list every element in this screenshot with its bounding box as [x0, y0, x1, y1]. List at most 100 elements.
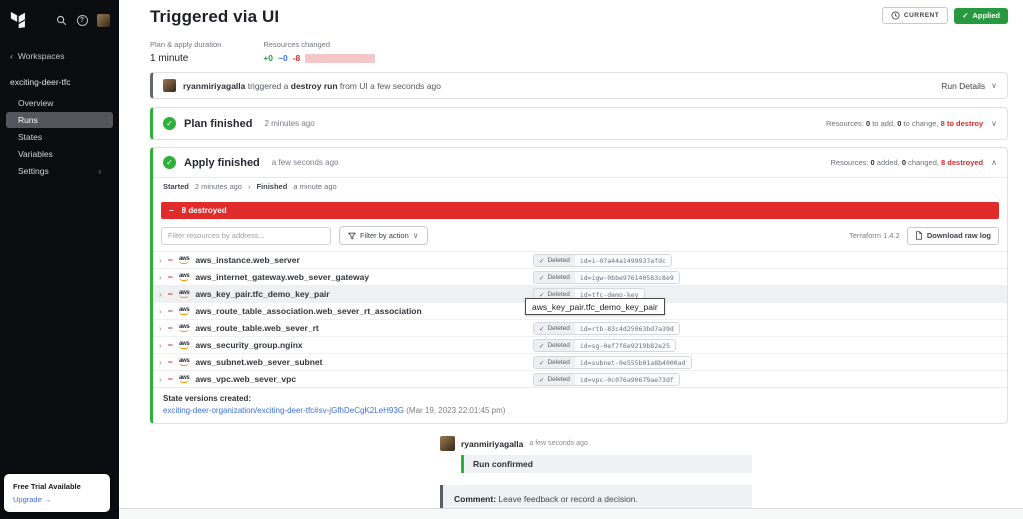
state-versions-section: State versions created: exciting-deer-or…	[153, 387, 1007, 423]
resource-row[interactable]: › − aws aws_internet_gateway.web_sever_g…	[153, 268, 1007, 285]
chevron-left-icon: ‹	[10, 51, 13, 61]
filter-bar: Filter by action ∨ Terraform 1.4.2 Downl…	[161, 226, 999, 245]
destroyed-banner-label: 8 destroyed	[181, 206, 227, 215]
expand-chevron-icon[interactable]: ›	[159, 358, 162, 367]
check-icon: ✓	[539, 274, 545, 282]
help-icon[interactable]: ?	[76, 14, 88, 26]
back-to-workspaces-link[interactable]: ‹ Workspaces	[0, 38, 119, 67]
filter-resources-input[interactable]	[161, 226, 331, 245]
apply-title: Apply finished	[184, 156, 260, 169]
download-raw-log-button[interactable]: Download raw log	[906, 226, 999, 245]
apply-time: a few seconds ago	[271, 158, 339, 167]
resource-row[interactable]: › − aws aws_instance.web_server ✓ Deleted…	[153, 251, 1007, 268]
apply-card-header[interactable]: ✓ Apply finished a few seconds ago Resou…	[153, 148, 1007, 177]
chevron-down-icon: ∨	[412, 231, 419, 240]
comment-user-row: ryanmiriyagalla a few seconds ago	[440, 436, 752, 451]
sidebar-item-settings[interactable]: Settings ›	[6, 163, 113, 179]
duration-value: 1 minute	[150, 53, 189, 64]
resource-id: id=sg-0ef7f6e9219b82e25	[574, 340, 675, 351]
destroy-minus-icon: −	[167, 306, 173, 316]
destroy-minus-icon: −	[167, 255, 173, 265]
resources-changed-count: ~0	[278, 53, 288, 63]
sidebar: ? ‹ Workspaces exciting-deer-tfc Overvie…	[0, 0, 119, 519]
aws-provider-icon: aws	[178, 375, 190, 383]
free-trial-card: Free Trial Available Upgrade →	[4, 474, 110, 512]
resource-rows: › − aws aws_instance.web_server ✓ Deleted…	[153, 251, 1007, 387]
resource-id: id=i-07a44a1499937afdc	[574, 255, 671, 266]
expand-chevron-icon[interactable]: ›	[159, 375, 162, 384]
chevron-down-icon: ∨	[991, 119, 997, 128]
footer-strip	[119, 508, 1023, 519]
comment-user-name: ryanmiriyagalla	[461, 438, 524, 449]
sidebar-item-overview[interactable]: Overview	[6, 95, 113, 111]
filter-by-action-button[interactable]: Filter by action ∨	[339, 226, 428, 245]
resource-table: › − aws aws_instance.web_server ✓ Deleted…	[153, 251, 1007, 387]
current-button[interactable]: CURRENT	[881, 7, 949, 24]
applied-status-badge: ✓ Applied	[954, 7, 1008, 24]
chevron-up-icon: ∧	[991, 158, 997, 167]
aws-provider-icon: aws	[178, 358, 190, 366]
resource-id: id=igw-0bbe976140583c8e9	[574, 272, 679, 283]
workspaces-label: Workspaces	[17, 51, 65, 61]
aws-provider-icon: aws	[178, 307, 190, 315]
state-versions-label: State versions created:	[163, 394, 252, 403]
file-icon	[915, 231, 922, 240]
deleted-badge: ✓ Deleted id=sg-0ef7f6e9219b82e25	[533, 339, 676, 352]
check-icon: ✓	[539, 342, 545, 350]
apply-destroyed-count: 8 destroyed	[941, 158, 984, 167]
plan-success-icon: ✓	[163, 117, 176, 130]
resource-row[interactable]: › − aws aws_vpc.web_sever_vpc ✓ Deleted i…	[153, 370, 1007, 387]
resource-row[interactable]: › − aws aws_subnet.web_sever_subnet ✓ Del…	[153, 353, 1007, 370]
resource-id: id=subnet-0e555b01a8b4000ad	[574, 357, 691, 368]
upgrade-link[interactable]: Upgrade →	[13, 495, 101, 504]
deleted-badge: ✓ Deleted id=rtb-83c4d25063bd7a39d	[533, 322, 680, 335]
expand-chevron-icon[interactable]: ›	[159, 256, 162, 265]
minus-icon: −	[169, 206, 174, 215]
apply-finished-card: ✓ Apply finished a few seconds ago Resou…	[150, 147, 1008, 424]
resource-address: aws_internet_gateway.web_sever_gateway	[195, 272, 370, 282]
user-avatar[interactable]	[97, 13, 110, 27]
sidebar-item-variables[interactable]: Variables	[6, 146, 113, 162]
resource-address: aws_subnet.web_sever_subnet	[195, 357, 323, 367]
run-confirmed-event: Run confirmed	[461, 455, 752, 473]
tooltip: aws_key_pair.tfc_demo_key_pair	[525, 298, 665, 315]
terraform-logo-icon	[9, 10, 29, 30]
destroy-minus-icon: −	[167, 272, 173, 282]
apply-success-icon: ✓	[163, 156, 176, 169]
resource-address: aws_security_group.nginx	[195, 340, 303, 350]
deleted-badge: ✓ Deleted id=vpc-0c076a90679ae73df	[533, 373, 680, 386]
expand-chevron-icon[interactable]: ›	[159, 307, 162, 316]
resources-changed-bar	[305, 53, 376, 63]
expand-chevron-icon[interactable]: ›	[159, 324, 162, 333]
expand-chevron-icon[interactable]: ›	[159, 290, 162, 299]
sidebar-item-runs[interactable]: Runs	[6, 112, 113, 128]
resources-destroyed-count: -8	[292, 53, 301, 63]
state-version-link[interactable]: exciting-deer-organization/exciting-deer…	[163, 406, 404, 415]
resource-row[interactable]: › − aws aws_route_table.web_sever_rt ✓ De…	[153, 319, 1007, 336]
resource-address: aws_key_pair.tfc_demo_key_pair	[195, 289, 330, 299]
aws-provider-icon: aws	[178, 273, 190, 281]
trigger-user-avatar	[163, 79, 176, 92]
aws-provider-icon: aws	[178, 341, 190, 349]
comments-section: ryanmiriyagalla a few seconds ago Run co…	[440, 436, 752, 519]
deleted-badge: ✓ Deleted id=i-07a44a1499937afdc	[533, 254, 672, 267]
resources-changed-stat: Resources changed +0 ~0 -8	[263, 40, 376, 64]
destroy-minus-icon: −	[167, 340, 173, 350]
resource-address: aws_instance.web_server	[195, 255, 300, 265]
state-version-date: (Mar 19, 2023 22:01:45 pm)	[406, 406, 506, 415]
plan-finished-card[interactable]: ✓ Plan finished 2 minutes ago Resources:…	[150, 107, 1008, 140]
separator-icon: ›	[247, 182, 251, 191]
destroy-minus-icon: −	[167, 357, 173, 367]
plan-time: 2 minutes ago	[264, 119, 315, 128]
resource-id: id=rtb-83c4d25063bd7a39d	[574, 323, 679, 334]
run-details-toggle[interactable]: Run Details ∨	[941, 81, 997, 91]
search-icon[interactable]	[55, 14, 67, 26]
sidebar-item-states[interactable]: States	[6, 129, 113, 145]
aws-provider-icon: aws	[178, 256, 190, 264]
resource-row[interactable]: › − aws aws_security_group.nginx ✓ Delete…	[153, 336, 1007, 353]
expand-chevron-icon[interactable]: ›	[159, 273, 162, 282]
aws-provider-icon: aws	[178, 324, 190, 332]
sidebar-nav: Overview Runs States Variables Settings …	[0, 92, 119, 182]
aws-provider-icon: aws	[178, 290, 190, 298]
expand-chevron-icon[interactable]: ›	[159, 341, 162, 350]
